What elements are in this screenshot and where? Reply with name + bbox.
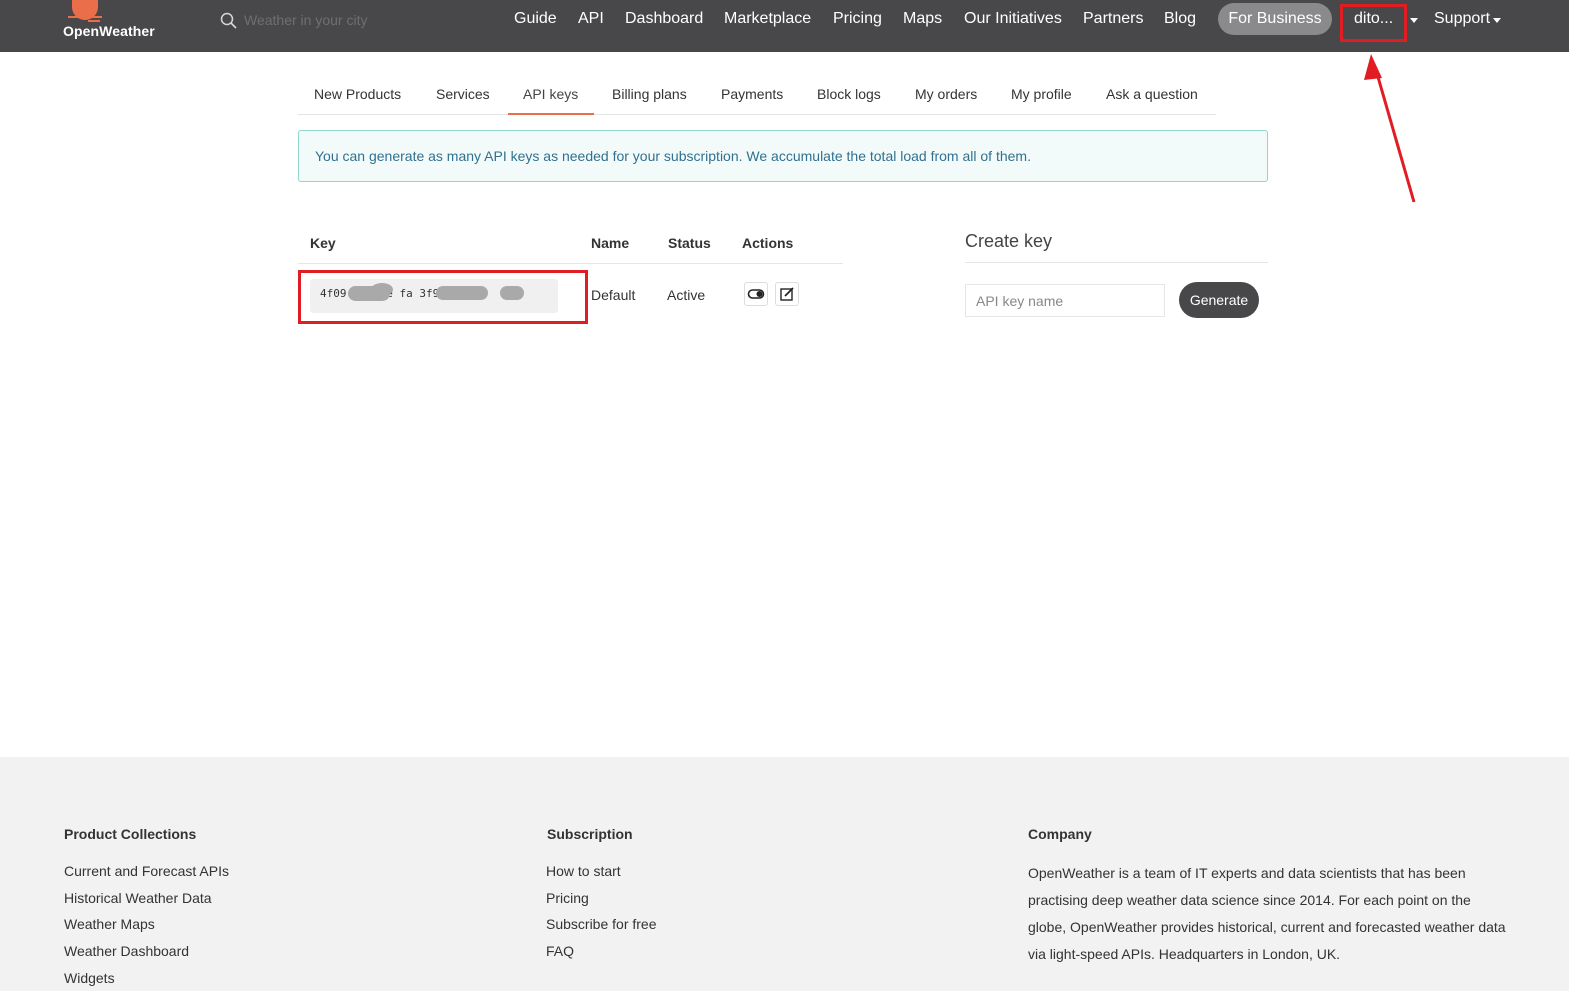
- nav-support[interactable]: Support: [1434, 10, 1490, 28]
- tab-block-logs[interactable]: Block logs: [817, 86, 881, 102]
- column-header-key: Key: [310, 235, 336, 251]
- highlight-box-api-key: [298, 270, 588, 324]
- footer-link-current-forecast-apis[interactable]: Current and Forecast APIs: [64, 863, 229, 879]
- key-name: Default: [591, 287, 636, 303]
- footer-title-subscription: Subscription: [547, 826, 633, 842]
- table-divider: [298, 263, 843, 264]
- highlight-box-user-menu: [1340, 4, 1407, 42]
- footer-link-weather-maps[interactable]: Weather Maps: [64, 916, 155, 932]
- footer-title-company: Company: [1028, 826, 1092, 842]
- tab-ask-a-question[interactable]: Ask a question: [1106, 86, 1198, 102]
- tab-new-products[interactable]: New Products: [314, 86, 401, 102]
- edit-key-button[interactable]: [775, 282, 799, 306]
- info-alert: You can generate as many API keys as nee…: [298, 130, 1268, 182]
- search-icon[interactable]: [220, 12, 237, 29]
- toggle-key-button[interactable]: [744, 282, 768, 306]
- column-header-status: Status: [668, 235, 711, 251]
- tab-api-keys[interactable]: API keys: [523, 86, 578, 102]
- nav-our-initiatives[interactable]: Our Initiatives: [964, 10, 1062, 28]
- search-input[interactable]: [244, 10, 414, 30]
- nav-api[interactable]: API: [578, 10, 604, 28]
- footer-link-how-to-start[interactable]: How to start: [546, 863, 621, 879]
- active-tab-indicator: [508, 113, 594, 115]
- column-header-actions: Actions: [742, 235, 794, 251]
- footer-link-pricing[interactable]: Pricing: [546, 890, 589, 906]
- tab-my-profile[interactable]: My profile: [1011, 86, 1072, 102]
- tab-my-orders[interactable]: My orders: [915, 86, 977, 102]
- footer-link-faq[interactable]: FAQ: [546, 943, 574, 959]
- footer-link-weather-dashboard[interactable]: Weather Dashboard: [64, 943, 189, 959]
- annotation-arrow: [1364, 54, 1416, 203]
- create-key-title: Create key: [965, 231, 1053, 251]
- account-tabs: New Products Services API keys Billing p…: [298, 74, 1216, 115]
- chevron-down-icon[interactable]: [1410, 18, 1418, 23]
- company-description: OpenWeather is a team of IT experts and …: [1028, 865, 1506, 962]
- footer-link-subscribe-for-free[interactable]: Subscribe for free: [546, 916, 657, 932]
- nav-pricing[interactable]: Pricing: [833, 10, 882, 28]
- edit-icon: [780, 287, 794, 301]
- nav-marketplace[interactable]: Marketplace: [724, 10, 811, 28]
- openweather-logo[interactable]: OpenWeather: [62, 0, 162, 44]
- create-key-divider: [965, 262, 1268, 263]
- nav-guide[interactable]: Guide: [514, 10, 557, 28]
- footer-link-widgets[interactable]: Widgets: [64, 970, 115, 986]
- key-status: Active: [667, 287, 706, 303]
- api-key-name-input[interactable]: [965, 284, 1165, 317]
- logo-line: [88, 20, 100, 22]
- logo-line: [68, 16, 102, 18]
- top-navbar: OpenWeather Guide API Dashboard Marketpl…: [0, 0, 1569, 52]
- nav-blog[interactable]: Blog: [1164, 10, 1196, 28]
- column-header-name: Name: [591, 235, 630, 251]
- tab-services[interactable]: Services: [436, 86, 490, 102]
- tab-payments[interactable]: Payments: [721, 86, 783, 102]
- generate-button[interactable]: Generate: [1179, 282, 1259, 318]
- footer-title-product-collections: Product Collections: [64, 826, 197, 842]
- search-box: [220, 10, 420, 32]
- footer-link-historical-weather-data[interactable]: Historical Weather Data: [64, 890, 212, 906]
- nav-partners[interactable]: Partners: [1083, 10, 1143, 28]
- alert-text: You can generate as many API keys as nee…: [315, 148, 1031, 164]
- logo-text: OpenWeather: [63, 23, 155, 39]
- nav-maps[interactable]: Maps: [903, 10, 942, 28]
- toggle-icon: [747, 289, 765, 299]
- nav-dashboard[interactable]: Dashboard: [625, 10, 703, 28]
- chevron-down-icon[interactable]: [1493, 18, 1501, 23]
- tab-billing-plans[interactable]: Billing plans: [612, 86, 687, 102]
- for-business-button[interactable]: For Business: [1218, 3, 1332, 35]
- footer: Product Collections Current and Forecast…: [0, 757, 1569, 991]
